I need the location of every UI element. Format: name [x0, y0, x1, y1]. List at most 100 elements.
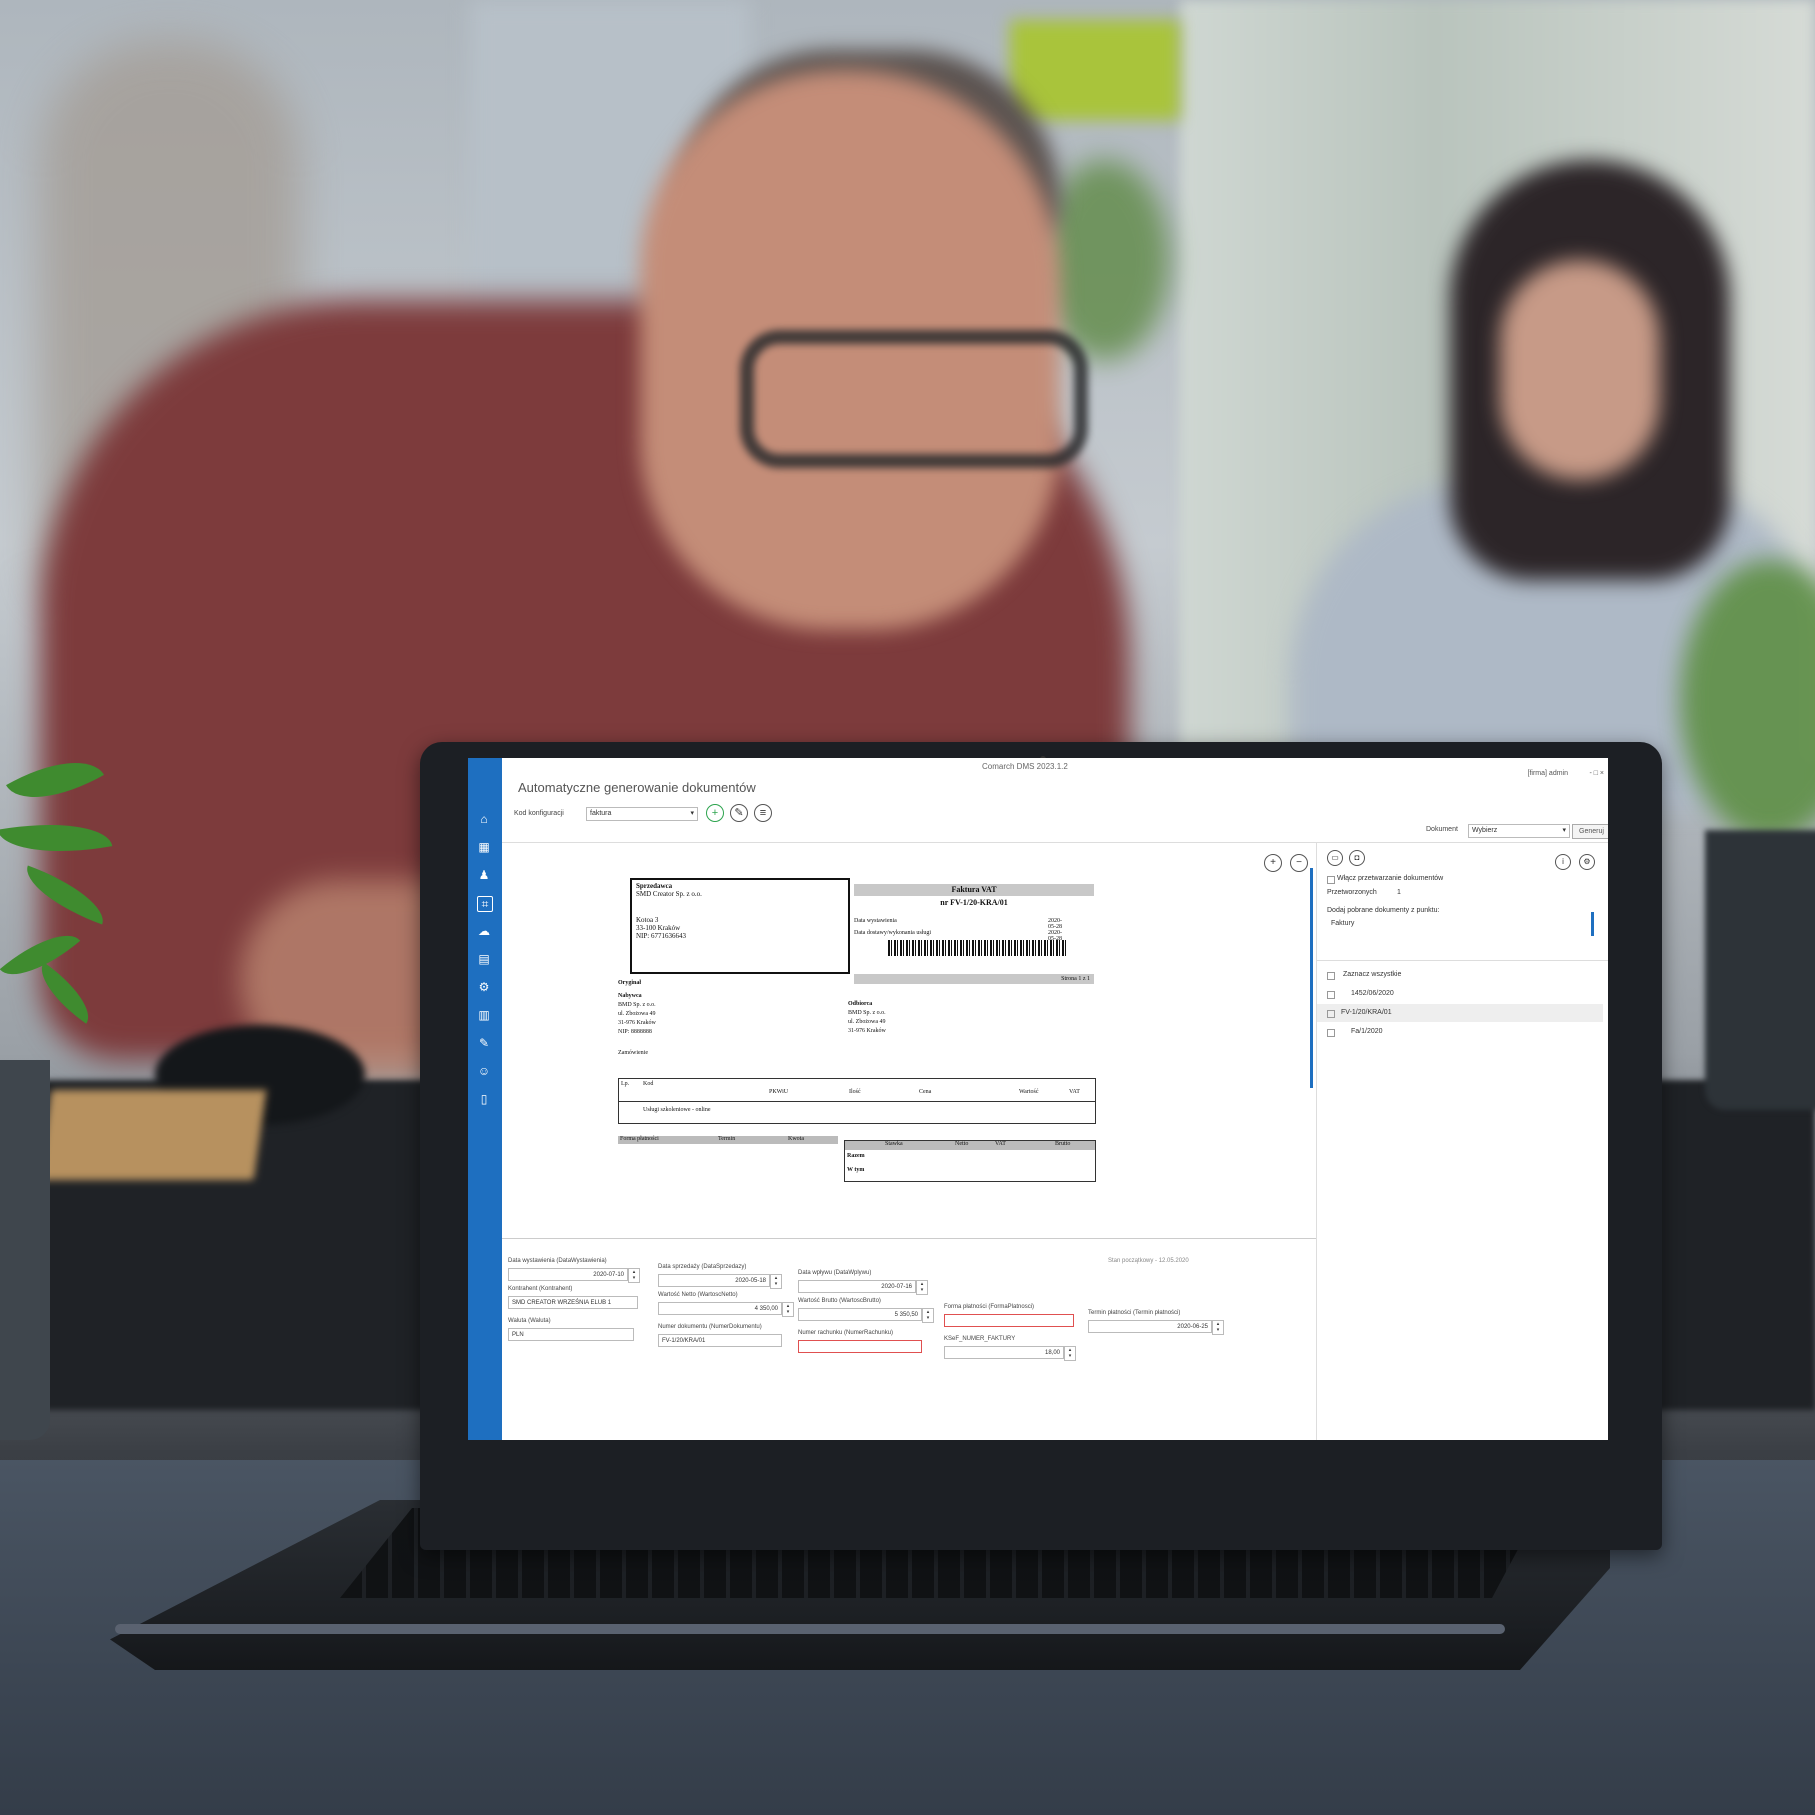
sum-total-label: Razem [847, 1153, 865, 1159]
delete-button[interactable]: ≡ [754, 804, 772, 822]
scan-icon[interactable]: ⌗ [477, 896, 493, 912]
payment-term-label: Termin [718, 1136, 736, 1142]
gross-input[interactable]: 5 350,50 [798, 1308, 922, 1321]
net-field-label: Wartość Netto (WartoscNetto) [658, 1292, 738, 1298]
users-icon[interactable]: ☺ [477, 1064, 491, 1078]
item-checkbox-3[interactable] [1327, 1029, 1335, 1037]
tree-item-2[interactable]: FV-1/20/KRA/01 [1341, 1009, 1392, 1016]
item-checkbox-1[interactable] [1327, 991, 1335, 999]
config-select[interactable]: faktura ▾ [586, 807, 698, 821]
seller-label: Sprzedawca [636, 882, 673, 890]
seller-name: SMD Creator Sp. z o.o. [636, 890, 702, 898]
payment-form-field-label: Forma płatności (FormaPlatnosci) [944, 1304, 1035, 1310]
net-spinner[interactable]: ▴ ▾ [782, 1302, 794, 1317]
chart-icon[interactable]: ▥ [477, 1008, 491, 1022]
edit-button[interactable]: ✎ [730, 804, 748, 822]
docnum-input[interactable]: FV-1/20/KRA/01 [658, 1334, 782, 1347]
ksef-input[interactable]: 18,00 [944, 1346, 1064, 1359]
preview-scrollbar[interactable] [1310, 868, 1313, 1088]
issue-date-input[interactable]: 2020-07-10 [508, 1268, 628, 1281]
receipt-date-input[interactable]: 2020-07-16 [798, 1280, 916, 1293]
sum-col-rate: Stawka [885, 1141, 903, 1147]
seller-nip: NIP: 6771636643 [636, 932, 686, 940]
recipient-block: Odbiorca BMD Sp. z o.o. ul. Zbożowa 49 3… [848, 1000, 886, 1036]
sum-col-vat: VAT [995, 1141, 1006, 1147]
receipt-date-spinner[interactable]: ▴ ▾ [916, 1280, 928, 1295]
sale-date-input[interactable]: 2020-05-18 [658, 1274, 770, 1287]
select-all-label[interactable]: Zaznacz wszystkie [1343, 971, 1401, 978]
zoom-in-icon[interactable]: + [1264, 854, 1282, 872]
settings-icon[interactable]: ⚙ [1579, 854, 1595, 870]
laptop-screen: ⌂ ▦ ♟ ⌗ ☁ ▤ ⚙ ▥ ✎ ☺ ▯ Comarch DMS 2023.1… [468, 758, 1608, 1440]
buyer-city: 31-976 Kraków [618, 1020, 656, 1026]
contractor-field-label: Kontrahent (Kontrahent) [508, 1286, 573, 1292]
gross-spinner[interactable]: ▴ ▾ [922, 1308, 934, 1323]
window-title: Comarch DMS 2023.1.2 [982, 762, 1068, 771]
cloud-icon[interactable]: ☁ [477, 924, 491, 938]
net-input[interactable]: 4 350,00 [658, 1302, 782, 1315]
issue-date-label: Data wystawienia [854, 918, 897, 924]
title-bar: Comarch DMS 2023.1.2 [502, 758, 1608, 776]
processing-checkbox[interactable] [1327, 876, 1335, 884]
issue-date-field-label: Data wystawienia (DataWystawienia) [508, 1258, 607, 1264]
sum-including-label: W tym [847, 1167, 865, 1173]
document-icon[interactable]: ▤ [477, 952, 491, 966]
processing-label: Włącz przetwarzanie dokumentów [1337, 875, 1444, 882]
exit-icon[interactable]: ▯ [477, 1092, 491, 1106]
buyer-nip: NIP: 8888888 [618, 1029, 652, 1035]
document-select[interactable]: Wybierz ▾ [1468, 824, 1570, 838]
add-button[interactable]: + [706, 804, 724, 822]
order-label: Zamówienie [618, 1050, 648, 1056]
item-checkbox-2[interactable] [1327, 1010, 1335, 1018]
tree-item-3[interactable]: Fa/1/2020 [1351, 1028, 1383, 1035]
select-all-checkbox[interactable] [1327, 972, 1335, 980]
invoice-items-table: Lp. Kod PKWiU Ilość Cena Wartość VAT Usł… [618, 1078, 1096, 1124]
folder-icon[interactable]: ▭ [1327, 850, 1343, 866]
buyer-street: ul. Zbożowa 49 [618, 1011, 656, 1017]
right-panel: ▭ ◘ i ⚙ Włącz przetwarzanie dokumentów P… [1316, 842, 1608, 1440]
user-label[interactable]: [firma] admin [1528, 770, 1568, 777]
sale-date-spinner[interactable]: ▴ ▾ [770, 1274, 782, 1289]
bank-input[interactable] [798, 1340, 922, 1353]
document-label: Dokument [1426, 826, 1458, 833]
col-wartosc: Wartość [1019, 1089, 1039, 1095]
ksef-field-label: KSeF_NUMER_FAKTURY [944, 1336, 1016, 1342]
payment-form-input[interactable] [944, 1314, 1074, 1327]
info-icon[interactable]: i [1555, 854, 1571, 870]
seller-city: 33-100 Kraków [636, 924, 681, 932]
due-date-spinner[interactable]: ▴ ▾ [1212, 1320, 1224, 1335]
contractor-input[interactable]: SMD CREATOR WRZEŚNIA ELUB 1 [508, 1296, 638, 1309]
seller-street: Kotoa 3 [636, 916, 659, 924]
app-sidebar: ⌂ ▦ ♟ ⌗ ☁ ▤ ⚙ ▥ ✎ ☺ ▯ [468, 758, 502, 1440]
ksef-spinner[interactable]: ▴ ▾ [1064, 1346, 1076, 1361]
due-date-input[interactable]: 2020-06-25 [1088, 1320, 1212, 1333]
payment-amount-label: Kwota [788, 1136, 804, 1142]
gear-icon[interactable]: ⚙ [477, 980, 491, 994]
home-icon[interactable]: ⌂ [477, 812, 491, 826]
col-ilosc: Ilość [849, 1089, 861, 1095]
camera-icon[interactable]: ◘ [1349, 850, 1365, 866]
form-divider [502, 1238, 1316, 1239]
generate-button[interactable]: Generuj [1572, 824, 1608, 839]
issue-date-spinner[interactable]: ▴ ▾ [628, 1268, 640, 1283]
tree-item-1[interactable]: 1452/06/2020 [1351, 990, 1394, 997]
zoom-out-icon[interactable]: − [1290, 854, 1308, 872]
invoice-preview: Sprzedawca SMD Creator Sp. z o.o. Kotoa … [618, 878, 1096, 1182]
trash-icon: ≡ [759, 807, 767, 819]
form-status: Stan początkowy - 12.05.2020 [1108, 1258, 1189, 1264]
sum-col-net: Netto [955, 1141, 969, 1147]
right-scrollbar[interactable] [1591, 912, 1594, 936]
user-icon[interactable]: ♟ [477, 868, 491, 882]
notebook [38, 1090, 267, 1180]
window-controls[interactable]: - □ × [1589, 770, 1604, 777]
page-title: Automatyczne generowanie dokumentów [518, 780, 756, 795]
panel-divider [1317, 960, 1608, 961]
buyer-label: Nabywca [618, 993, 642, 999]
currency-input[interactable]: PLN [508, 1328, 634, 1341]
grid-icon[interactable]: ▦ [477, 840, 491, 854]
due-date-field-label: Termin płatności (Termin płatności) [1088, 1310, 1181, 1316]
pen-icon[interactable]: ✎ [477, 1036, 491, 1050]
invoice-title: Faktura VAT [854, 884, 1094, 896]
add-from-value[interactable]: Faktury [1331, 920, 1354, 927]
issue-date: 2020-05-28 [1048, 918, 1062, 930]
